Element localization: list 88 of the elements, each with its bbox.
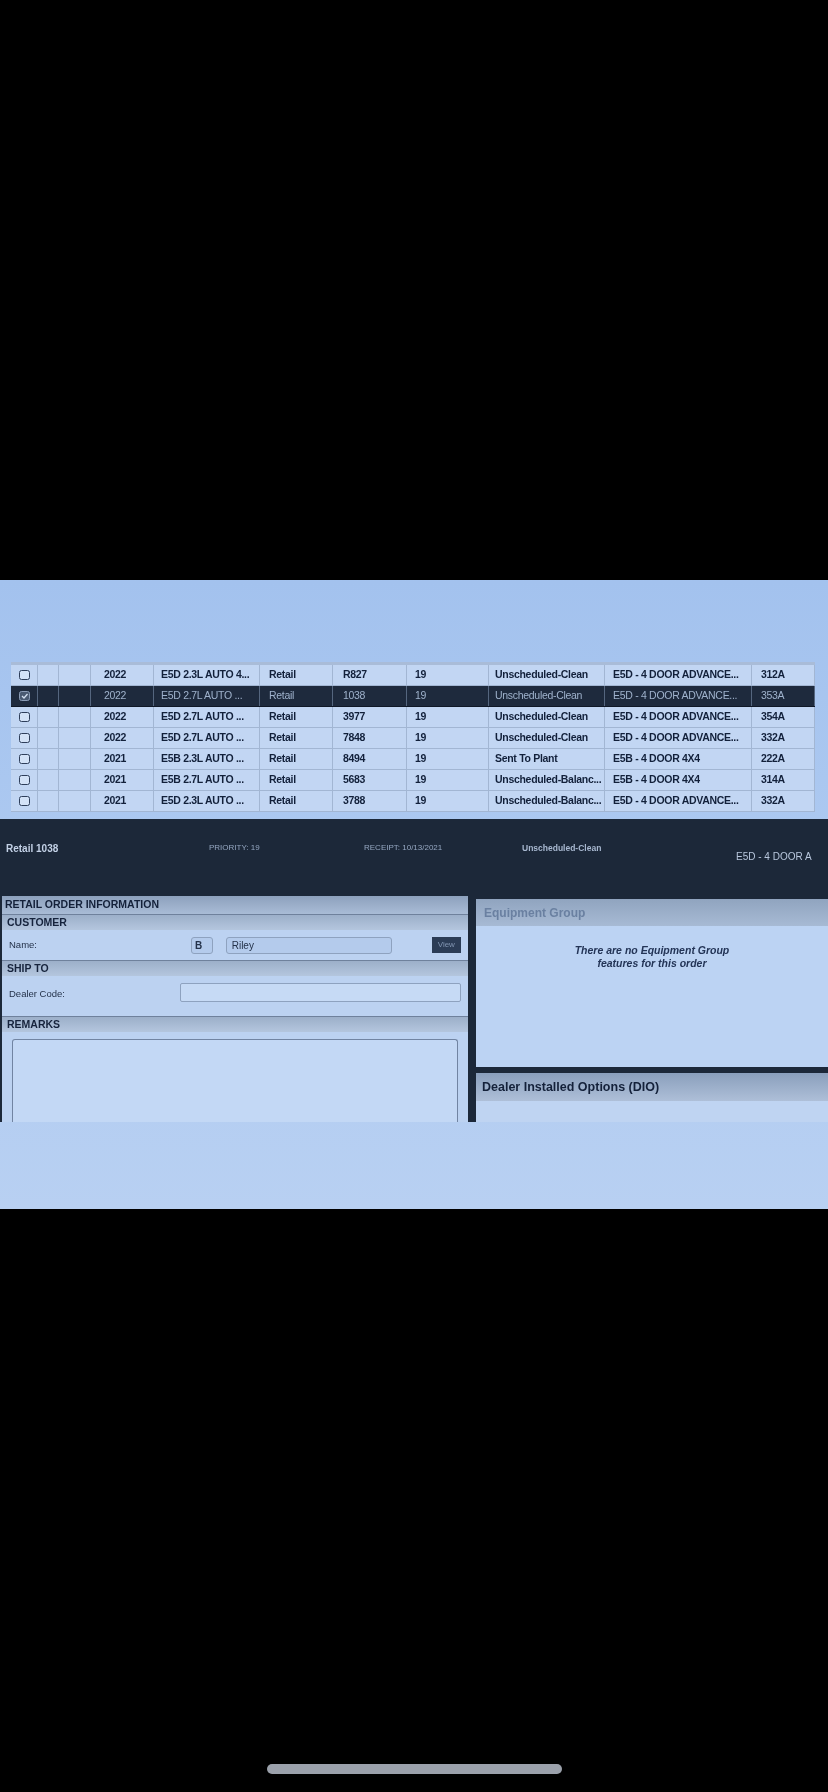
table-cell: 2022: [91, 728, 154, 748]
table-cell: Retail: [260, 665, 333, 685]
panel-title: RETAIL ORDER INFORMATION: [2, 896, 468, 914]
table-row[interactable]: 2021 E5D 2.3L AUTO ... Retail 3788 19 Unscheduled-Balanc... E5D - 4 DOOR ADVANCE... 332A: [11, 791, 815, 812]
section-header: CUSTOMER: [2, 914, 468, 930]
row-checkbox[interactable]: [18, 670, 30, 680]
table-cell: Retail: [260, 791, 333, 811]
section-header: REMARKS: [2, 1016, 468, 1032]
table-cell: 19: [407, 770, 489, 790]
table-cell: E5D 2.7L AUTO ...: [154, 686, 260, 706]
table-row[interactable]: 2022 E5D 2.3L AUTO 4... Retail R827 19 Unscheduled-Clean E5D - 4 DOOR ADVANCE... 312A: [11, 665, 815, 686]
table-cell: 3788: [333, 791, 407, 811]
row-checkbox[interactable]: [18, 796, 30, 806]
row-checkbox[interactable]: [18, 733, 30, 743]
table-row[interactable]: 2021 E5B 2.3L AUTO ... Retail 8494 19 Sent To Plant E5B - 4 DOOR 4X4 222A: [11, 749, 815, 770]
table-cell: E5D - 4 DOOR ADVANCE...: [605, 686, 752, 706]
table-cell: E5D - 4 DOOR ADVANCE...: [605, 728, 752, 748]
table-cell: 19: [407, 728, 489, 748]
section-header: SHIP TO: [2, 960, 468, 976]
table-cell: 354A: [752, 707, 815, 727]
table-cell: E5D 2.7L AUTO ...: [154, 707, 260, 727]
table-cell: 312A: [752, 665, 815, 685]
table-cell: Unscheduled-Clean: [489, 707, 605, 727]
table-cell: E5B 2.3L AUTO ...: [154, 749, 260, 769]
table-cell: Unscheduled-Clean: [489, 686, 605, 706]
view-button[interactable]: View: [431, 937, 461, 953]
table-cell: E5D - 4 DOOR ADVANCE...: [605, 791, 752, 811]
table-cell: Retail: [260, 707, 333, 727]
table-cell: 19: [407, 686, 489, 706]
table-cell: 3977: [333, 707, 407, 727]
initial-field[interactable]: B: [191, 936, 213, 954]
table-cell: 5683: [333, 770, 407, 790]
status-text: Unscheduled-Clean: [522, 842, 602, 855]
table-cell: 2021: [91, 770, 154, 790]
last-name-field[interactable]: Riley: [225, 936, 392, 954]
table-cell: 2021: [91, 749, 154, 769]
table-cell: E5B - 4 DOOR 4X4: [605, 749, 752, 769]
receipt-date: RECEIPT: 10/13/2021: [364, 842, 443, 854]
field-label: Name:: [9, 937, 37, 952]
table-cell: 19: [407, 749, 489, 769]
dio-header: Dealer Installed Options (DIO): [476, 1073, 828, 1101]
priority-text: PRIORITY: 19: [209, 842, 260, 854]
table-cell: 222A: [752, 749, 815, 769]
table-cell: R827: [333, 665, 407, 685]
order-label: Retail 1038: [6, 842, 59, 856]
table-cell: E5B 2.7L AUTO ...: [154, 770, 260, 790]
description-text: E5D - 4 DOOR A: [736, 850, 812, 864]
table-cell: 2021: [91, 791, 154, 811]
table-cell: 8494: [333, 749, 407, 769]
table-cell: Retail: [260, 728, 333, 748]
table-row[interactable]: 2021 E5B 2.7L AUTO ... Retail 5683 19 Unscheduled-Balanc... E5B - 4 DOOR 4X4 314A: [11, 770, 815, 791]
field-label: Dealer Code:: [9, 987, 65, 1001]
table-cell: 2022: [91, 707, 154, 727]
table-cell: 1038: [333, 686, 407, 706]
table-cell: Unscheduled-Clean: [489, 665, 605, 685]
table-cell: 7848: [333, 728, 407, 748]
table-cell: Sent To Plant: [489, 749, 605, 769]
table-cell: Retail: [260, 770, 333, 790]
table-cell: 332A: [752, 791, 815, 811]
dealer-code-field[interactable]: [180, 983, 461, 1002]
table-cell: 2022: [91, 665, 154, 685]
row-checkbox[interactable]: [18, 691, 30, 701]
table-cell: 19: [407, 665, 489, 685]
table-row[interactable]: 2022 E5D 2.7L AUTO ... Retail 7848 19 Unscheduled-Clean E5D - 4 DOOR ADVANCE... 332A: [11, 728, 815, 749]
table-cell: Unscheduled-Balanc...: [489, 791, 605, 811]
remarks-field[interactable]: [12, 1039, 458, 1122]
row-checkbox[interactable]: [18, 775, 30, 785]
table-cell: E5D - 4 DOOR ADVANCE...: [605, 665, 752, 685]
row-checkbox[interactable]: [18, 712, 30, 722]
empty-message: There are no Equipment Group features for this order: [573, 944, 731, 970]
table-cell: 314A: [752, 770, 815, 790]
table-cell: E5D 2.3L AUTO 4...: [154, 665, 260, 685]
table-cell: Retail: [260, 686, 333, 706]
table-row[interactable]: 2022 E5D 2.7L AUTO ... Retail 1038 19 Unscheduled-Clean E5D - 4 DOOR ADVANCE... 353A: [11, 686, 815, 707]
table-cell: 353A: [752, 686, 815, 706]
table-cell: Unscheduled-Clean: [489, 728, 605, 748]
table-cell: Unscheduled-Balanc...: [489, 770, 605, 790]
table-cell: E5D 2.7L AUTO ...: [154, 728, 260, 748]
table-cell: E5B - 4 DOOR 4X4: [605, 770, 752, 790]
table-cell: 2022: [91, 686, 154, 706]
table-cell: 19: [407, 707, 489, 727]
table-cell: E5D - 4 DOOR ADVANCE...: [605, 707, 752, 727]
table-cell: Retail: [260, 749, 333, 769]
row-checkbox[interactable]: [18, 754, 30, 764]
table-cell: 332A: [752, 728, 815, 748]
table-cell: E5D 2.3L AUTO ...: [154, 791, 260, 811]
table-cell: 19: [407, 791, 489, 811]
table-row[interactable]: 2022 E5D 2.7L AUTO ... Retail 3977 19 Unscheduled-Clean E5D - 4 DOOR ADVANCE... 354A: [11, 707, 815, 728]
